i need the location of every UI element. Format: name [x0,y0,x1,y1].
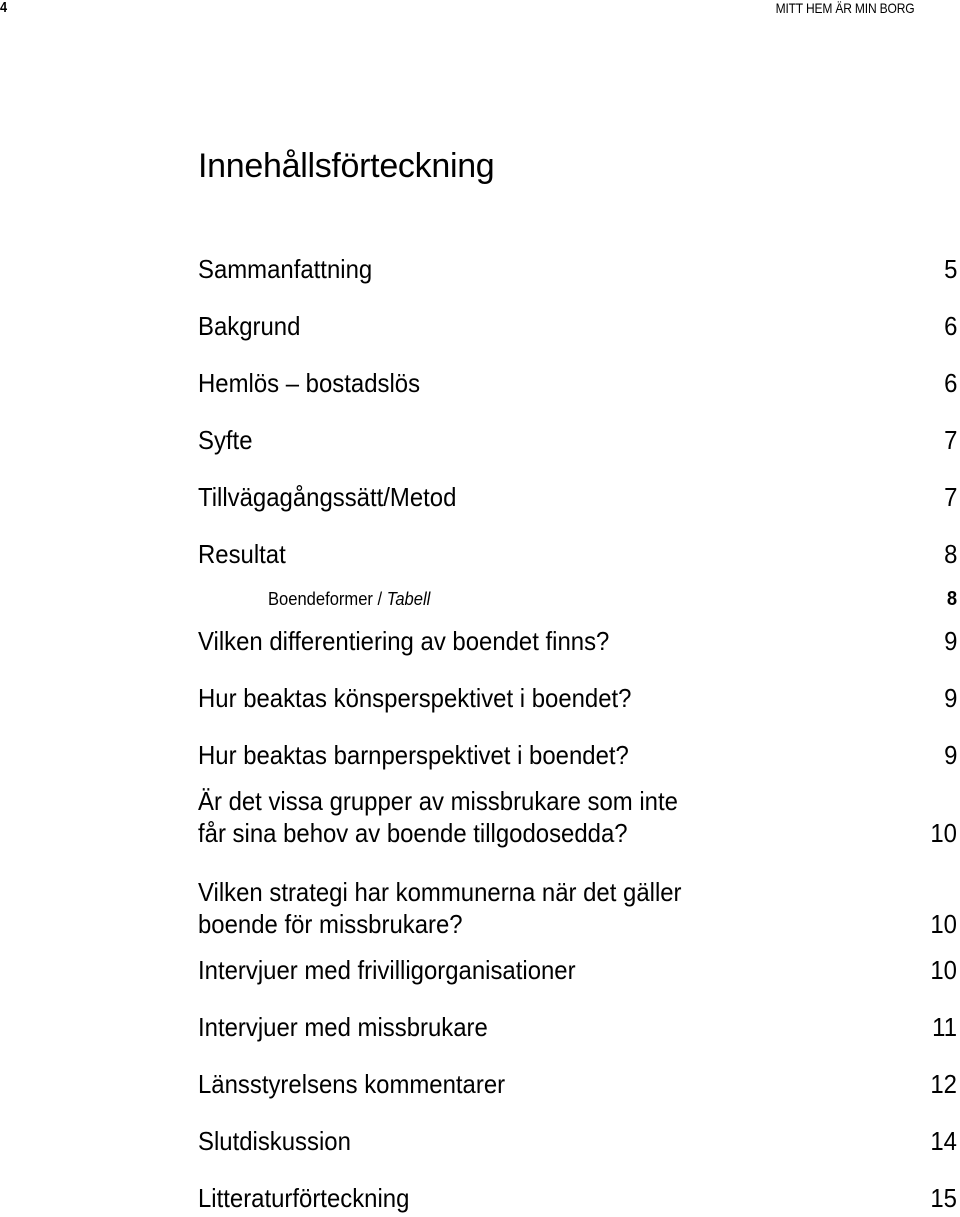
toc-entry-page: 9 [943,626,957,656]
toc-entry-page: 8 [946,588,957,610]
toc-entry-label: Sammanfattning [198,254,373,284]
toc-entry-label: Syfte [198,425,253,455]
toc-entry-label-italic: Tabell [386,589,431,609]
toc-entry-label: Hemlös – bostadslös [198,368,421,398]
toc-entry-label: Länsstyrelsens kommentarer [198,1069,506,1099]
page-header: 4 MITT HEM ÄR MIN BORG [0,0,960,20]
toc-entry-label: Är det vissa grupper av missbrukare som … [198,786,678,816]
toc-entry-label: Vilken strategi har kommunerna när det g… [198,877,682,907]
toc-entry-vissa-grupper[interactable]: Är det vissa grupper av missbrukare som … [198,785,960,849]
toc-entry-page: 7 [943,482,957,512]
toc-entry-label: Tillvägagångssätt/Metod [198,482,457,512]
toc-entry-page: 5 [943,254,957,284]
toc-entry-page: 9 [943,683,957,713]
toc-entry-label: Litteraturförteckning [198,1183,410,1213]
toc-entry-label-line2: boende för missbrukare? [198,909,463,939]
toc-entry-label-text: Boendeformer / [268,589,387,609]
toc-entry-label: Intervjuer med missbrukare [198,1012,488,1042]
toc-entry-label-line2: får sina behov av boende tillgodosedda? [198,818,628,848]
toc-entry-label: Hur beaktas barnperspektivet i boendet? [198,740,629,770]
page-number: 4 [0,0,8,16]
toc-entry-page: 6 [943,368,957,398]
toc-entry-label: Bakgrund [198,311,301,341]
toc-entry-page: 10 [930,818,957,848]
toc-entry-page: 10 [930,909,957,939]
toc-entry-label: Hur beaktas könsperspektivet i boendet? [198,683,632,713]
toc-entry-label: Vilken differentiering av boendet finns? [198,626,610,656]
toc-entry-strategi[interactable]: Vilken strategi har kommunerna när det g… [198,876,960,940]
toc-entry-label: Intervjuer med frivilligorganisationer [198,955,576,985]
toc-entry-page: 10 [930,955,957,985]
toc-title: Innehållsförteckning [198,147,495,185]
running-title: MITT HEM ÄR MIN BORG [775,0,914,16]
toc-entry-page: 7 [943,425,957,455]
toc-entry-label: Slutdiskussion [198,1126,351,1156]
toc-entry-page: 9 [943,740,957,770]
toc-entry-page: 6 [943,311,957,341]
toc-entry-page: 11 [932,1012,957,1042]
toc-entry-page: 12 [930,1069,957,1099]
toc-entry-label: Boendeformer / Tabell [268,587,430,611]
toc-entry-page: 8 [943,539,957,569]
toc-entry-label: Resultat [198,539,286,569]
toc-entry-page: 14 [930,1126,957,1156]
toc-entry-page: 15 [930,1183,957,1213]
